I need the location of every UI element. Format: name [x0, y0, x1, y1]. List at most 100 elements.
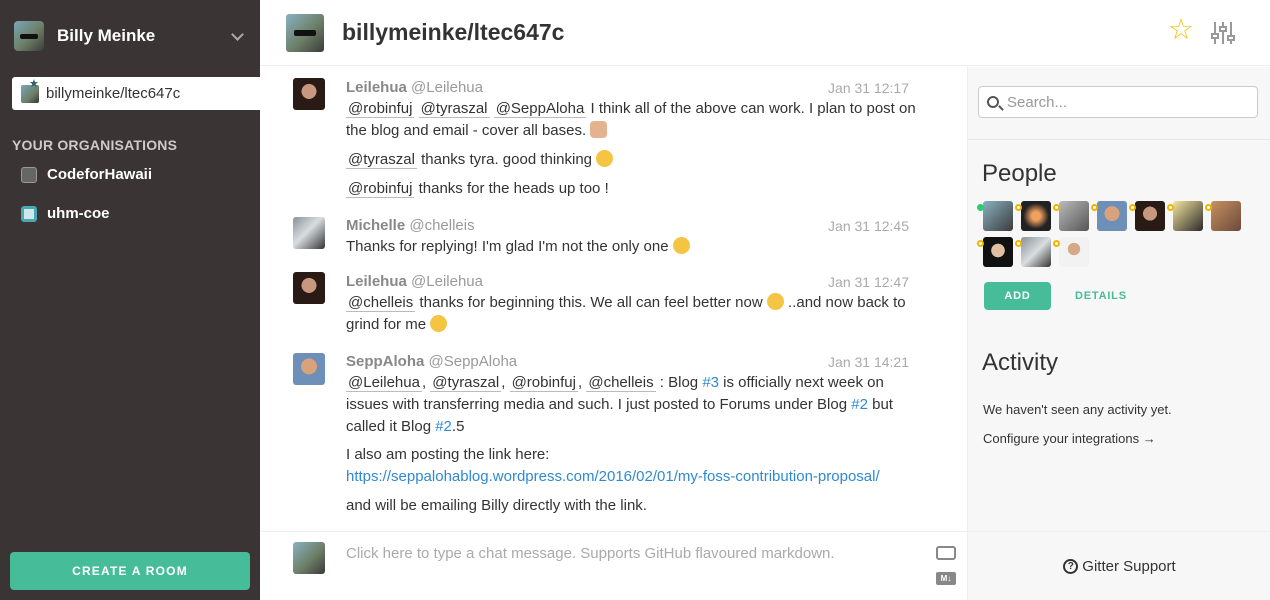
chevron-down-icon[interactable]: [231, 28, 244, 41]
support-label: Gitter Support: [1082, 557, 1176, 575]
star-icon[interactable]: ☆: [1168, 16, 1194, 45]
message-text: @Leilehua, @tyraszal, @robinfuj, @chelle…: [346, 372, 916, 438]
message-body: Thanks for replying! I'm glad I'm not th…: [346, 238, 673, 255]
divider: [968, 139, 1270, 140]
away-status-icon: [1129, 204, 1136, 211]
message-meta: Leilehua @Leilehua: [346, 273, 483, 290]
message-text: I also am posting the link here: https:/…: [346, 444, 916, 488]
message-text: @robinfuj @tyraszal @SeppAloha I think a…: [346, 98, 916, 142]
codeforhawaii-logo-icon: [21, 166, 37, 183]
mention[interactable]: @SeppAloha: [493, 100, 587, 118]
mention[interactable]: @Leilehua: [346, 374, 422, 392]
mention[interactable]: @tyraszal: [346, 151, 417, 169]
mention[interactable]: @tyraszal: [418, 100, 490, 118]
message-author[interactable]: SeppAloha: [346, 353, 424, 370]
message-body: thanks for the heads up too !: [414, 180, 609, 197]
search-box[interactable]: [978, 86, 1258, 118]
add-people-button[interactable]: ADD: [984, 282, 1051, 310]
message-handle[interactable]: @Leilehua: [411, 273, 483, 290]
activity-title: Activity: [982, 349, 1059, 376]
person-avatar[interactable]: [1167, 201, 1203, 231]
search-icon: [987, 96, 999, 108]
right-panel: People ADD DETAILS Activity We haven't s…: [967, 67, 1270, 600]
message-body: : Blog: [655, 374, 703, 391]
away-status-icon: [1015, 240, 1022, 247]
message-meta: SeppAloha @SeppAloha: [346, 353, 517, 370]
search-input[interactable]: [1007, 93, 1247, 111]
create-room-button[interactable]: CREATE A ROOM: [10, 552, 250, 590]
people-details-link[interactable]: DETAILS: [1075, 290, 1127, 302]
message-time[interactable]: Jan 31 12:45: [828, 218, 909, 234]
person-avatar[interactable]: [1205, 201, 1241, 231]
sidebar-room-current[interactable]: billymeinke/ltec647c: [12, 77, 260, 110]
gitter-support-link[interactable]: ? Gitter Support: [968, 531, 1270, 600]
message-handle[interactable]: @SeppAloha: [429, 353, 518, 370]
sidebar-org-uhm-coe[interactable]: uhm-coe: [21, 205, 110, 222]
sidebar-org-codeforhawaii[interactable]: CodeforHawaii: [21, 166, 152, 183]
message-body: .5: [451, 418, 465, 435]
person-avatar[interactable]: [1053, 201, 1089, 231]
message-text: @tyraszal thanks tyra. good thinking: [346, 149, 916, 171]
away-status-icon: [1015, 204, 1022, 211]
room-avatar: [286, 14, 324, 52]
configure-integrations-link[interactable]: Configure your integrations →: [983, 431, 1156, 446]
message-text: Thanks for replying! I'm glad I'm not th…: [346, 236, 916, 258]
left-sidebar: Billy Meinke billymeinke/ltec647c YOUR O…: [0, 0, 260, 600]
message-body: and will be emailing Billy directly with…: [346, 497, 647, 514]
separator: ,: [501, 374, 506, 391]
room-label: billymeinke/ltec647c: [46, 85, 181, 102]
issue-link[interactable]: #2: [435, 418, 452, 435]
user-menu[interactable]: Billy Meinke: [0, 0, 260, 72]
avatar[interactable]: [293, 272, 325, 304]
away-status-icon: [1167, 204, 1174, 211]
avatar[interactable]: [293, 78, 325, 110]
issue-link[interactable]: #3: [702, 374, 719, 391]
message-body: thanks for beginning this. We all can fe…: [415, 294, 767, 311]
person-avatar[interactable]: [1015, 237, 1051, 267]
mention[interactable]: @robinfuj: [509, 374, 578, 392]
message-time[interactable]: Jan 31 12:17: [828, 80, 909, 96]
message-body: thanks tyra. good thinking: [416, 151, 597, 168]
message-time[interactable]: Jan 31 12:47: [828, 274, 909, 290]
message-text: @chelleis thanks for beginning this. We …: [346, 292, 916, 336]
message-text: @robinfuj thanks for the heads up too !: [346, 178, 916, 200]
person-avatar[interactable]: [1015, 201, 1051, 231]
user-avatar: [14, 21, 44, 51]
chat-input[interactable]: Click here to type a chat message. Suppo…: [346, 545, 835, 562]
mention[interactable]: @robinfuj: [346, 180, 415, 198]
issue-link[interactable]: #2: [851, 396, 868, 413]
message-author[interactable]: Leilehua: [346, 79, 407, 96]
room-title: billymeinke/ltec647c: [342, 19, 565, 45]
markdown-icon[interactable]: M↓: [936, 572, 956, 585]
chat-bubbles-icon[interactable]: [936, 546, 956, 560]
mention[interactable]: @chelleis: [586, 374, 656, 392]
settings-sliders-icon[interactable]: [1210, 20, 1236, 46]
tongue-out-emoji-icon: [672, 237, 690, 254]
person-avatar[interactable]: [1091, 201, 1127, 231]
relieved-emoji-icon: [430, 315, 448, 332]
message-handle[interactable]: @Leilehua: [411, 79, 483, 96]
person-avatar[interactable]: [1129, 201, 1165, 231]
mention[interactable]: @tyraszal: [430, 374, 502, 392]
message-author[interactable]: Leilehua: [346, 273, 407, 290]
avatar[interactable]: [293, 353, 325, 385]
mention[interactable]: @robinfuj: [346, 100, 415, 118]
message-time[interactable]: Jan 31 14:21: [828, 354, 909, 370]
user-name: Billy Meinke: [57, 26, 156, 45]
avatar[interactable]: [293, 217, 325, 249]
smile-emoji-icon: [596, 150, 614, 167]
away-status-icon: [977, 240, 984, 247]
thumbs-up-emoji-icon: [590, 121, 608, 138]
chat-composer: Click here to type a chat message. Suppo…: [260, 531, 967, 600]
message-handle[interactable]: @chelleis: [409, 217, 474, 234]
external-link[interactable]: https://seppalohablog.wordpress.com/2016…: [346, 468, 880, 485]
room-header: billymeinke/ltec647c ☆: [260, 0, 1270, 66]
person-avatar[interactable]: [977, 237, 1013, 267]
message-author[interactable]: Michelle: [346, 217, 405, 234]
mention[interactable]: @chelleis: [346, 294, 416, 312]
avatar: [293, 542, 325, 574]
person-avatar[interactable]: [977, 201, 1013, 231]
separator: ,: [578, 374, 583, 391]
away-status-icon: [1091, 204, 1098, 211]
person-avatar[interactable]: [1053, 237, 1089, 267]
